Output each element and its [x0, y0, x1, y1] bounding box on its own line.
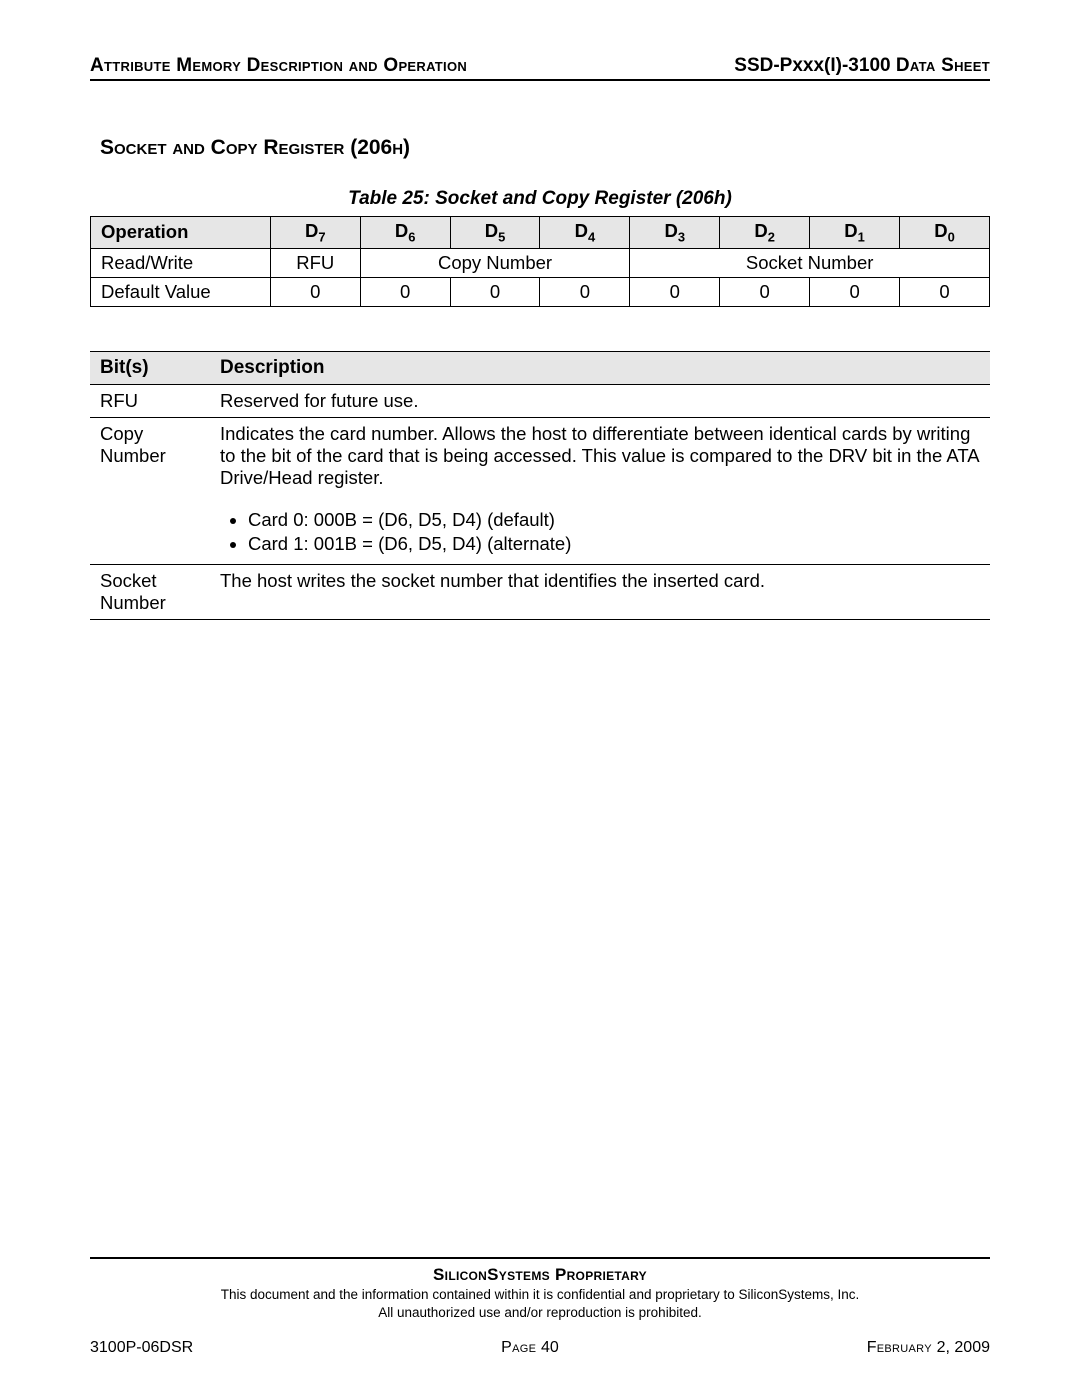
col-d2: D2: [720, 217, 810, 249]
footer-proprietary: SiliconSystems Proprietary: [90, 1265, 990, 1285]
register-table: Operation D7 D6 D5 D4 D3 D2 D1 D0 Read/W…: [90, 216, 990, 307]
footer-doc-number: 3100P-06DSR: [90, 1339, 193, 1357]
table-row: Socket Number The host writes the socket…: [90, 564, 990, 619]
list-item: Card 0: 000B = (D6, D5, D4) (default): [248, 509, 980, 531]
cell-default-d7: 0: [270, 277, 360, 306]
page-footer: SiliconSystems Proprietary This document…: [90, 1257, 990, 1357]
list-item: Card 1: 001B = (D6, D5, D4) (alternate): [248, 533, 980, 555]
cell-desc-copy-bullets: Card 0: 000B = (D6, D5, D4) (default) Ca…: [210, 494, 990, 565]
footer-date: February 2, 2009: [867, 1339, 990, 1357]
cell-bits-socket: Socket Number: [90, 564, 210, 619]
col-d4: D4: [540, 217, 630, 249]
col-bits: Bit(s): [90, 351, 210, 384]
cell-bits-copy-blank: [90, 494, 210, 565]
section-title: Socket and Copy Register (206h): [100, 136, 990, 160]
cell-desc-copy: Indicates the card number. Allows the ho…: [210, 417, 990, 494]
col-operation: Operation: [91, 217, 271, 249]
cell-default-d3: 0: [630, 277, 720, 306]
cell-default-label: Default Value: [91, 277, 271, 306]
table-row: Read/Write RFU Copy Number Socket Number: [91, 248, 990, 277]
cell-rw-label: Read/Write: [91, 248, 271, 277]
footer-page: Page 40: [501, 1339, 559, 1357]
cell-default-d0: 0: [900, 277, 990, 306]
cell-default-d4: 0: [540, 277, 630, 306]
header-right-prefix: SSD-Pxxx(I)-3100: [734, 55, 896, 76]
page-header: Attribute Memory Description and Operati…: [90, 55, 990, 81]
table-caption: Table 25: Socket and Copy Register (206h…: [90, 188, 990, 210]
footer-confidential-2: All unauthorized use and/or reproduction…: [90, 1305, 990, 1321]
col-d7: D7: [270, 217, 360, 249]
col-description: Description: [210, 351, 990, 384]
col-d5: D5: [450, 217, 540, 249]
cell-bits-rfu: RFU: [90, 384, 210, 417]
table-row: Default Value 0 0 0 0 0 0 0 0: [91, 277, 990, 306]
col-d0: D0: [900, 217, 990, 249]
cell-default-d5: 0: [450, 277, 540, 306]
cell-default-d2: 0: [720, 277, 810, 306]
cell-rfu: RFU: [270, 248, 360, 277]
header-left: Attribute Memory Description and Operati…: [90, 55, 467, 77]
cell-copy-number: Copy Number: [360, 248, 630, 277]
cell-desc-socket: The host writes the socket number that i…: [210, 564, 990, 619]
col-d6: D6: [360, 217, 450, 249]
col-d3: D3: [630, 217, 720, 249]
cell-bits-copy: Copy Number: [90, 417, 210, 494]
table-row: Copy Number Indicates the card number. A…: [90, 417, 990, 494]
footer-confidential-1: This document and the information contai…: [90, 1287, 990, 1303]
cell-desc-rfu: Reserved for future use.: [210, 384, 990, 417]
footer-rule: [90, 1257, 990, 1259]
table-row: RFU Reserved for future use.: [90, 384, 990, 417]
header-right: SSD-Pxxx(I)-3100 Data Sheet: [734, 55, 990, 77]
bit-description-table: Bit(s) Description RFU Reserved for futu…: [90, 351, 990, 620]
col-d1: D1: [810, 217, 900, 249]
header-right-suffix: Data Sheet: [896, 55, 990, 76]
cell-default-d1: 0: [810, 277, 900, 306]
cell-socket-number: Socket Number: [630, 248, 990, 277]
table-row: Card 0: 000B = (D6, D5, D4) (default) Ca…: [90, 494, 990, 565]
cell-default-d6: 0: [360, 277, 450, 306]
